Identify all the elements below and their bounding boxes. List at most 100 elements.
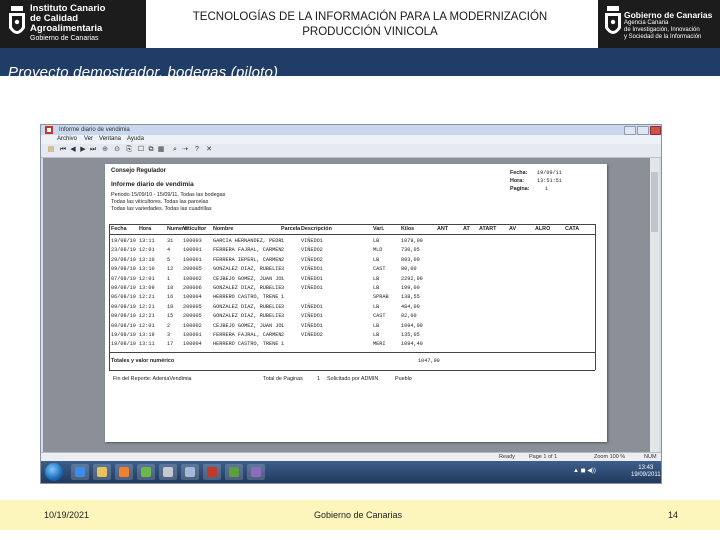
scrollbar-thumb[interactable] [651, 172, 658, 232]
column-header: Descripción [301, 226, 332, 232]
start-button[interactable] [45, 463, 63, 481]
footer-org: Gobierno de Canarias [314, 510, 403, 520]
table-cell: 19/08/10 [111, 341, 136, 348]
menu-archivo[interactable]: Archivo [57, 135, 77, 144]
page-setup-icon[interactable]: ☐ [137, 146, 145, 154]
table-cell: 2292,00 [401, 275, 423, 282]
column-header: ANT [437, 226, 449, 232]
taskbar-app[interactable] [115, 464, 133, 480]
table-cell: 100001 [183, 256, 202, 263]
maximize-button[interactable] [637, 126, 649, 135]
tray-icons[interactable]: ▲ ◼ ◀)) [573, 468, 596, 475]
table-cell: 18 [167, 303, 174, 310]
first-page-icon[interactable]: ⏮ [59, 146, 67, 154]
table-cell: 13:09 [139, 285, 155, 291]
report-footer-item: Total de Paginas [263, 376, 303, 382]
table-cell: 1 [167, 275, 171, 282]
column-header: Parcela [281, 226, 301, 232]
table-cell: 100002 [183, 275, 202, 282]
find-next-icon[interactable]: ⇢ [181, 146, 189, 154]
taskbar-app[interactable] [159, 464, 177, 480]
table-cell: 1094,00 [401, 322, 423, 329]
table-cell: 1 [281, 322, 285, 329]
aciisi-logo: Gobierno de Canarias Agencia Canaria de … [598, 0, 720, 48]
search-icon[interactable]: ⌕ [171, 146, 179, 154]
vertical-scrollbar[interactable] [650, 158, 659, 452]
two-pages-icon[interactable]: ⧉ [147, 146, 155, 154]
slide-footer: 10/19/2021 Gobierno de Canarias 14 [0, 500, 720, 530]
taskbar-app[interactable] [137, 464, 155, 480]
table-cell: LB [373, 238, 380, 244]
table-cell: 12 [167, 266, 174, 273]
taskbar-app[interactable] [71, 464, 89, 480]
table-cell: LB [373, 285, 380, 291]
table-cell: FERRERA FAJRAL, CARMEN [213, 332, 282, 338]
table-cell: VIÑEDO2 [301, 256, 323, 263]
help-icon[interactable]: ? [193, 146, 201, 154]
table-cell: 09/08/10 [111, 322, 136, 329]
table-cell: 07/08/10 [111, 275, 136, 282]
zoom-icon[interactable]: ⊕ [101, 146, 109, 154]
totals-value: 1047,90 [418, 358, 440, 364]
footer-date: 10/19/2021 [44, 510, 90, 520]
taskbar-app[interactable] [181, 464, 199, 480]
report-date: 19/09/11 [537, 170, 562, 176]
column-header: Vari. [373, 226, 385, 232]
table-cell: 100003 [183, 238, 202, 244]
column-header: AV [509, 226, 517, 232]
prev-page-icon[interactable]: ◀ [69, 146, 77, 154]
section-title: Proyecto demostrador, bodegas (piloto) [8, 64, 279, 76]
table-cell: 12:21 [139, 303, 155, 310]
report-org: Consejo Regulador [111, 168, 167, 174]
table-cell: 100004 [183, 341, 202, 348]
column-header: Nombre [213, 226, 234, 232]
table-cell: 06/08/10 [111, 294, 136, 301]
table-cell: 4 [167, 247, 171, 254]
multi-page-icon[interactable]: ▦ [157, 146, 165, 154]
table-cell: 100002 [183, 322, 202, 329]
print-icon[interactable]: ▤ [47, 146, 55, 154]
table-cell: 12:01 [139, 275, 155, 282]
table-cell: 3 [281, 285, 285, 291]
table-cell: 3 [167, 332, 171, 338]
report-footer-item: Pueblo [395, 376, 412, 382]
last-page-icon[interactable]: ⏭ [89, 146, 97, 154]
table-cell: 5 [167, 256, 171, 263]
table-cell: 13:11 [139, 341, 155, 348]
taskbar-app[interactable] [93, 464, 111, 480]
taskbar-app[interactable] [225, 464, 243, 480]
table-cell: 13:10 [139, 266, 155, 273]
close-button[interactable] [650, 126, 661, 135]
icca-logo-text: Instituto Canario de Calidad Agroaliment… [30, 3, 106, 43]
table-right-line [595, 224, 596, 370]
report-filter: Periodo 15/09/10 - 15/09/11. Todas las b… [111, 192, 226, 198]
table-cell: 13:11 [139, 238, 155, 244]
taskbar-app[interactable] [247, 464, 265, 480]
taskbar-clock[interactable]: 13:43 19/09/2011 [631, 465, 661, 479]
menu-ayuda[interactable]: Ayuda [127, 135, 144, 144]
table-cell: 200006 [183, 285, 202, 291]
table-cell: VIÑEDO2 [301, 332, 323, 338]
totals-line [109, 370, 595, 371]
windows-taskbar: ▲ ◼ ◀)) 13:43 19/09/2011 [41, 461, 661, 483]
minimize-button[interactable] [624, 126, 636, 135]
table-cell: FERRERA FAJRAL, CARMEN [213, 247, 282, 254]
binoculars-icon[interactable]: ⊙ [113, 146, 121, 154]
taskbar-app[interactable] [203, 464, 221, 480]
table-cell: VIÑEDO1 [301, 275, 323, 282]
close-report-icon[interactable]: ✕ [205, 146, 213, 154]
report-viewer[interactable]: Consejo Regulador Informe diario de vend… [43, 158, 659, 452]
window-titlebar[interactable]: Informe diario de vendimia [41, 125, 661, 135]
table-cell: 484,00 [401, 303, 420, 310]
table-cell: 17 [167, 341, 174, 348]
table-cell: 15 [167, 313, 174, 320]
menu-ventana[interactable]: Ventana [99, 135, 121, 144]
report-time: 13:51:51 [537, 178, 562, 184]
column-header: Fecha [111, 226, 127, 232]
export-icon[interactable]: ⎘ [125, 146, 133, 154]
menu-ver[interactable]: Ver [84, 135, 93, 144]
app-window: Informe diario de vendimia Archivo Ver V… [40, 124, 662, 484]
table-cell: GONZALEZ DIAZ, RUBELIE [213, 266, 282, 273]
next-page-icon[interactable]: ▶ [79, 146, 87, 154]
table-cell: 3 [281, 313, 285, 320]
